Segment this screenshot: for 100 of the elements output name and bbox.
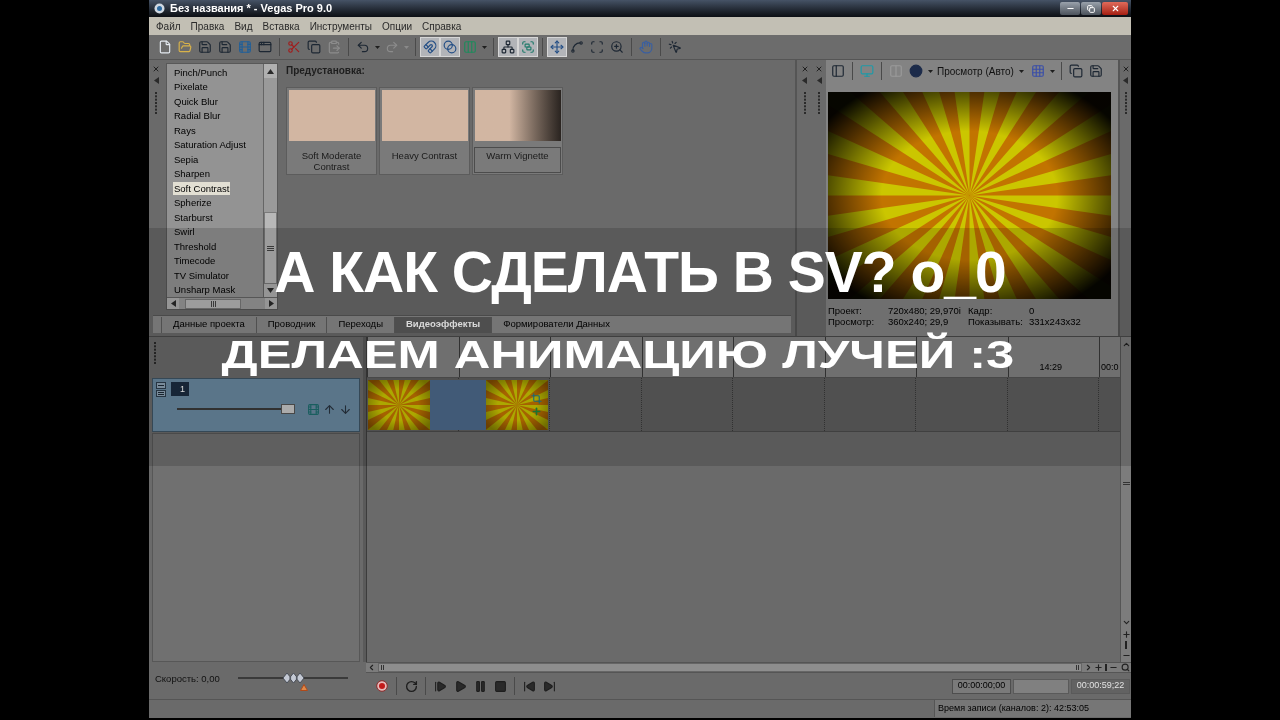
scrollbar[interactable] — [263, 64, 277, 297]
starburst-thumbnail-drawing — [368, 380, 430, 430]
list-item[interactable]: Swirl — [173, 225, 196, 239]
caret-icon[interactable] — [1049, 69, 1055, 73]
preset-label[interactable]: Warm Vignette — [474, 147, 561, 173]
caret-left-icon[interactable] — [153, 77, 159, 84]
track-header[interactable]: 1 — [152, 378, 360, 432]
caret-icon[interactable] — [482, 45, 487, 49]
tab[interactable]: Проводник — [255, 316, 327, 333]
tab[interactable]: Формирователи Данных — [491, 316, 621, 333]
list-item[interactable]: Saturation Adjust — [173, 138, 247, 152]
tab[interactable]: Данные проекта — [161, 316, 256, 333]
scrollbar[interactable] — [1120, 337, 1131, 662]
arrow-down-icon[interactable] — [267, 288, 274, 293]
caret-left-icon[interactable] — [816, 77, 822, 84]
menu-item[interactable]: Инструменты — [304, 18, 377, 34]
level-slider[interactable] — [238, 673, 348, 683]
preset-tile[interactable]: Soft Moderate Contrast — [286, 87, 377, 175]
window-icon — [258, 40, 272, 54]
handle-icon[interactable] — [1125, 641, 1127, 649]
caret-left-icon[interactable] — [1123, 77, 1128, 84]
network-icon — [501, 40, 515, 54]
play-icon — [453, 679, 467, 693]
preview-quality-dropdown[interactable]: Просмотр (Авто) — [935, 62, 1028, 80]
close-icon[interactable] — [800, 65, 809, 73]
list-item[interactable]: Starburst — [173, 210, 214, 224]
arrow-right-icon[interactable] — [268, 300, 274, 307]
chevron-down-icon[interactable] — [1121, 618, 1131, 627]
close-icon[interactable] — [815, 65, 823, 73]
toolbar-button[interactable] — [498, 37, 518, 57]
scrollbar[interactable] — [366, 662, 1131, 673]
collapse-icon[interactable] — [156, 381, 166, 389]
arrow-down-icon[interactable] — [339, 402, 352, 416]
caption-text: А КАК СДЕЛАТЬ В SV? o_0 — [274, 240, 1006, 304]
menu-item[interactable]: Вид — [229, 18, 258, 34]
tab[interactable]: Переходы — [326, 316, 394, 333]
toolbar-button[interactable] — [440, 37, 460, 57]
preset-label[interactable]: Soft Moderate Contrast — [288, 147, 375, 173]
preset-label[interactable]: Heavy Contrast — [381, 147, 468, 173]
caret-icon[interactable] — [928, 69, 933, 73]
list-item[interactable]: Spherize — [173, 196, 213, 210]
time-field[interactable] — [1013, 678, 1069, 694]
video-clip[interactable] — [368, 380, 548, 430]
scrollbar-thumb[interactable] — [378, 663, 1082, 672]
menu-item[interactable]: Справка — [417, 18, 467, 34]
menu-item[interactable]: Правка — [185, 18, 230, 34]
caret-icon[interactable] — [375, 45, 380, 49]
crop-icon[interactable] — [531, 393, 542, 404]
menu-item[interactable]: Опции — [377, 18, 418, 34]
scrollbar-thumb[interactable] — [264, 212, 277, 284]
starburst-thumbnail-drawing — [486, 380, 548, 430]
time-field[interactable]: 00:00:00;00 — [952, 678, 1011, 694]
list-item[interactable]: Pinch/Punch — [173, 65, 229, 79]
arrow-left-icon[interactable] — [170, 300, 176, 307]
arrow-up-icon[interactable] — [323, 402, 336, 416]
slider-thumb[interactable] — [282, 673, 304, 683]
toolbar-button[interactable] — [420, 37, 440, 57]
caret-left-icon[interactable] — [802, 77, 807, 84]
list-item[interactable]: Pixelate — [173, 80, 209, 94]
list-item[interactable]: Timecode — [173, 254, 217, 268]
list-item[interactable]: Sharpen — [173, 167, 211, 181]
scrollbar-thumb[interactable] — [185, 298, 241, 309]
arrow-up-icon[interactable] — [267, 68, 274, 74]
list-item[interactable]: Radial Blur — [173, 109, 222, 123]
handle-icon[interactable] — [1105, 664, 1107, 671]
restore-button[interactable] — [1081, 2, 1101, 15]
minimize-button[interactable] — [1060, 2, 1080, 15]
grip-icon[interactable] — [803, 92, 806, 114]
preset-tile[interactable]: Warm Vignette — [472, 87, 563, 175]
plus-icon[interactable] — [1094, 663, 1103, 672]
close-icon[interactable] — [152, 65, 160, 73]
chevron-up-icon[interactable] — [1121, 340, 1131, 349]
list-item[interactable]: Threshold — [173, 239, 218, 253]
list-item[interactable]: Soft Contrast — [173, 181, 231, 195]
search-icon[interactable] — [1121, 663, 1130, 672]
caret-icon[interactable] — [1018, 69, 1024, 73]
plus-icon[interactable] — [1121, 630, 1131, 639]
scrollbar[interactable] — [167, 297, 277, 309]
panel-icon — [831, 64, 845, 78]
list-item[interactable]: Unsharp Mask — [173, 283, 237, 297]
list-item[interactable]: Quick Blur — [173, 94, 219, 108]
preset-tile[interactable]: Heavy Contrast — [379, 87, 470, 175]
list-item[interactable]: Rays — [173, 123, 197, 137]
list-item[interactable]: Sepia — [173, 152, 200, 166]
time-field[interactable]: 00:00:59;22 — [1071, 678, 1130, 694]
level-slider[interactable] — [177, 404, 295, 414]
lines-icon[interactable] — [156, 389, 166, 397]
close-button[interactable] — [1102, 2, 1128, 15]
chevron-left-icon[interactable] — [367, 663, 376, 672]
toolbar-button[interactable] — [547, 37, 567, 57]
grip-icon[interactable] — [1124, 92, 1127, 114]
slider-thumb[interactable] — [281, 404, 295, 414]
tab[interactable]: Видеоэффекты — [394, 316, 492, 333]
stop-icon — [493, 679, 507, 693]
menu-item[interactable]: Вставка — [257, 18, 305, 34]
plus-icon[interactable] — [531, 406, 542, 417]
chevron-right-icon[interactable] — [1084, 663, 1093, 672]
menu-item[interactable]: Файл — [151, 18, 186, 34]
close-icon[interactable] — [1121, 65, 1130, 73]
list-item[interactable]: TV Simulator — [173, 268, 230, 282]
